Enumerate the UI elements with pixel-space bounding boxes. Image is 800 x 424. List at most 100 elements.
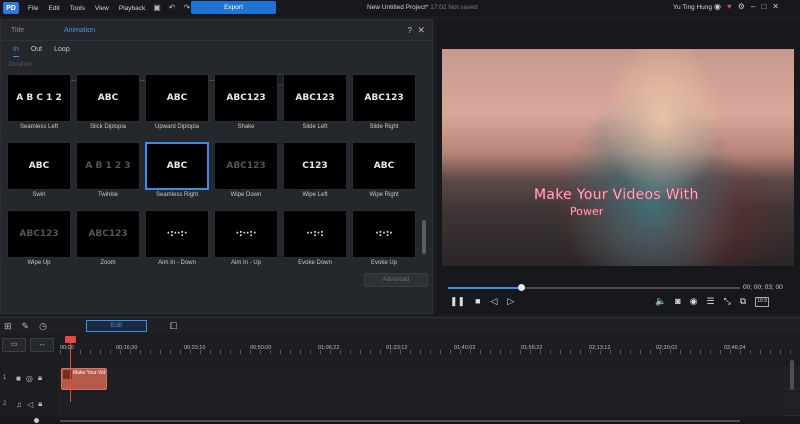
effect-evoke-down[interactable]: ··:·: Evoke Down <box>283 210 347 270</box>
lock-icon[interactable]: 🔒︎ <box>38 399 42 409</box>
effect-caption: Evoke Up <box>370 260 397 266</box>
save-status: 17:02 Not saved <box>430 4 478 11</box>
next-frame-icon[interactable]: ▷ <box>507 296 514 307</box>
stop-icon[interactable]: ■ <box>475 296 480 307</box>
effect-thumbnail[interactable]: ··:·: <box>283 210 347 258</box>
menu-playback[interactable]: Playback <box>119 5 145 12</box>
subtab-loop[interactable]: Loop <box>54 46 70 56</box>
effect-wipe-down[interactable]: ABC123 Wipe Down <box>214 142 278 202</box>
heart-icon[interactable]: ♥ <box>727 2 732 11</box>
menu-view[interactable]: View <box>95 5 109 12</box>
volume-icon[interactable]: 🔈 <box>655 296 666 307</box>
effect-thumbnail[interactable]: ·:··:· <box>214 210 278 258</box>
title-clip[interactable]: Make Your Vid <box>61 368 107 390</box>
music-note-icon: ♫ <box>16 399 22 409</box>
effect-thumbnail[interactable]: ABC123 <box>214 74 278 122</box>
effect-thumbnail[interactable]: A B C 1 2 <box>7 74 71 122</box>
effect-thumbnail-selected[interactable]: ABC <box>145 142 209 190</box>
effect-thumbnail[interactable]: ABC <box>145 74 209 122</box>
effect-wipe-up[interactable]: ABC123 Wipe Up <box>7 210 71 270</box>
fit-timeline-icon[interactable]: ↔ <box>30 338 54 352</box>
save-icon[interactable]: ▣ <box>153 4 161 12</box>
speaker-icon[interactable]: ◁ <box>27 400 33 409</box>
video-preview[interactable]: Make Your Videos With Power <box>442 49 794 266</box>
aspect-ratio-badge[interactable]: 16:9 <box>755 297 769 307</box>
maximize-icon[interactable]: □ <box>761 2 766 11</box>
crop-icon[interactable]: ⧠ <box>170 321 177 332</box>
seek-bar[interactable] <box>448 284 740 291</box>
timeline-zoom-thumb[interactable] <box>34 418 39 423</box>
menu-file[interactable]: File <box>28 5 38 12</box>
effect-slick-diplopia[interactable]: ABC Slick Diplopia <box>76 74 140 134</box>
minimize-icon[interactable]: – <box>751 2 755 11</box>
visibility-eye-icon[interactable]: ◎ <box>26 374 33 383</box>
effect-twinkle[interactable]: A B 1 2 3 Twinkle <box>76 142 140 202</box>
effect-thumbnail[interactable]: ABC <box>7 142 71 190</box>
undock-icon[interactable]: ⧉ <box>740 296 746 307</box>
help-icon[interactable]: ? <box>408 26 412 35</box>
pause-icon[interactable]: ❚❚ <box>450 296 465 307</box>
effect-slide-right[interactable]: ABC123 Slide Right <box>352 74 416 134</box>
menu-tools[interactable]: Tools <box>70 5 85 12</box>
effect-thumbnail[interactable]: C123 <box>283 142 347 190</box>
timeline-ruler[interactable]: 00;00 00;16;20 00;33;10 00;50;00 01;06;2… <box>60 336 800 354</box>
effect-thumbnail[interactable]: ABC123 <box>7 210 71 258</box>
timeline-scrollbar[interactable] <box>60 420 740 422</box>
timeline-vertical-scrollbar[interactable] <box>790 360 794 390</box>
effect-swirl[interactable]: ABC Swirl <box>7 142 71 202</box>
tab-title[interactable]: Title <box>11 27 24 34</box>
effect-aim-in-down[interactable]: ·:··:· Aim In - Down <box>145 210 209 270</box>
seek-bar-thumb[interactable] <box>518 284 525 291</box>
effect-caption: Wipe Up <box>27 260 51 266</box>
advanced-button[interactable]: Advanced <box>364 273 428 287</box>
effect-thumbnail[interactable]: ABC123 <box>283 74 347 122</box>
lock-icon[interactable]: 🔒︎ <box>38 373 42 383</box>
clock-icon[interactable]: ◷ <box>39 321 47 332</box>
video-title-text[interactable]: Make Your Videos With <box>534 187 699 204</box>
effect-thumbnail[interactable]: A B 1 2 3 <box>76 142 140 190</box>
effect-slide-left[interactable]: ABC123 Slide Left <box>283 74 347 134</box>
redo-icon[interactable]: ↷ <box>184 4 191 12</box>
panel-close-icon[interactable]: ✕ <box>417 25 425 36</box>
effect-wipe-left[interactable]: C123 Wipe Left <box>283 142 347 202</box>
effect-thumbnail[interactable]: ABC123 <box>214 142 278 190</box>
effect-wipe-right[interactable]: ABC Wipe Right <box>352 142 416 202</box>
account-icon[interactable]: ◉ <box>714 2 721 11</box>
effect-thumbnail[interactable]: ABC <box>352 142 416 190</box>
playhead[interactable] <box>70 336 71 402</box>
effect-thumbnail[interactable]: ·:·:· <box>352 210 416 258</box>
track-manager-icon[interactable]: ▭ <box>2 338 26 352</box>
previous-frame-icon[interactable]: ◁ <box>491 296 498 307</box>
add-media-icon[interactable]: ⊞ <box>4 321 12 332</box>
record-icon[interactable]: ◉ <box>690 296 698 307</box>
effect-shake[interactable]: ABC123 Shake <box>214 74 278 134</box>
edit-button[interactable]: Edit <box>86 320 147 332</box>
effect-thumbnail[interactable]: ABC123 <box>76 210 140 258</box>
export-button[interactable]: Export <box>191 1 276 14</box>
snapshot-icon[interactable]: ◙ <box>675 296 680 307</box>
video-title-text-2[interactable]: Power <box>570 205 604 219</box>
close-icon[interactable]: ✕ <box>772 2 779 11</box>
effect-evoke-up[interactable]: ·:·:· Evoke Up <box>352 210 416 270</box>
pen-icon[interactable]: ✎ <box>22 321 30 332</box>
user-name[interactable]: Yu Ting Hung <box>673 4 712 11</box>
menu-edit[interactable]: Edit <box>48 5 59 12</box>
track-lane[interactable] <box>60 392 784 416</box>
effect-seamless-right[interactable]: ABC Seamless Right <box>145 142 209 202</box>
settings-icon[interactable]: ⚙ <box>738 2 745 11</box>
effect-thumbnail[interactable]: ·:··:· <box>145 210 209 258</box>
zoom-fit-icon[interactable]: ⤡ <box>724 296 731 307</box>
subtab-in[interactable]: In <box>13 46 19 57</box>
effect-seamless-left[interactable]: A B C 1 2 Seamless Left <box>7 74 71 134</box>
undo-icon[interactable]: ↶ <box>169 4 176 12</box>
effect-upward-diplopia[interactable]: ABC Upward Diplopia <box>145 74 209 134</box>
effect-thumbnail[interactable]: ABC123 <box>352 74 416 122</box>
effect-grid-scrollbar[interactable] <box>422 220 426 254</box>
effect-thumbnail[interactable]: ABC <box>76 74 140 122</box>
tab-animation[interactable]: Animation <box>64 27 95 34</box>
track-lane[interactable]: Make Your Vid <box>60 366 784 390</box>
effect-aim-in-up[interactable]: ·:··:· Aim In - Up <box>214 210 278 270</box>
subtitle-icon[interactable]: ☰ <box>707 296 715 307</box>
effect-zoom[interactable]: ABC123 Zoom <box>76 210 140 270</box>
subtab-out[interactable]: Out <box>31 46 42 56</box>
